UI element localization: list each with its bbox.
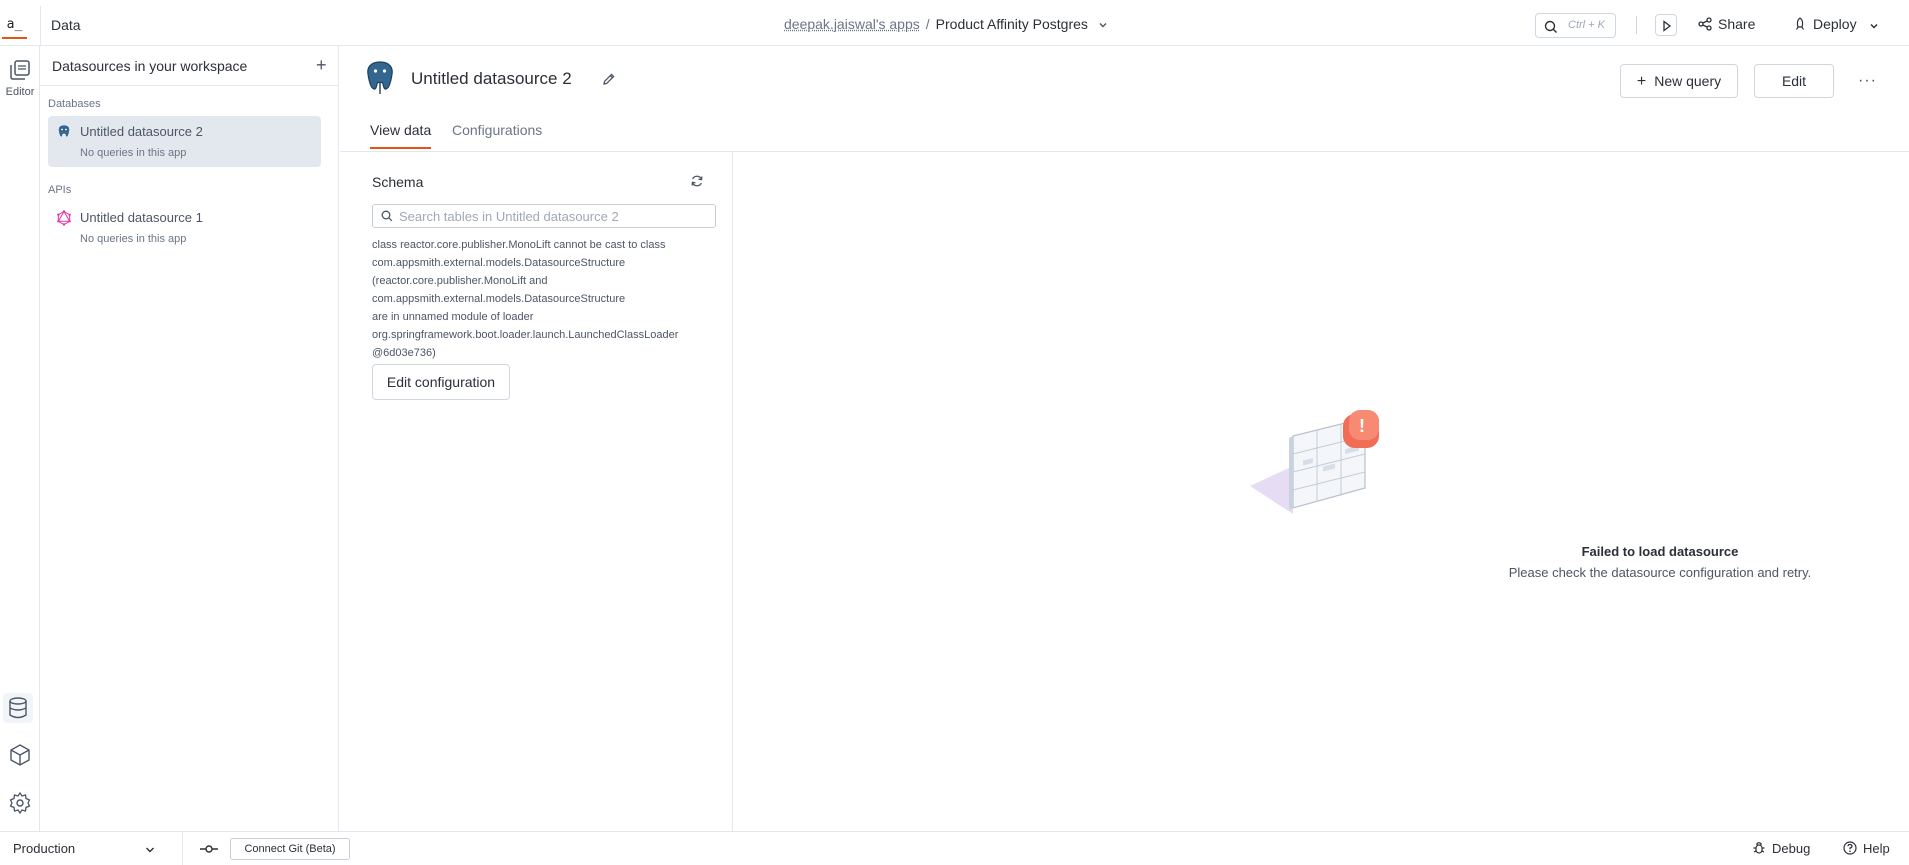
error-line: class reactor.core.publisher.MonoLift ca… <box>372 239 666 251</box>
schema-search-input[interactable] <box>399 207 709 225</box>
sidebar-header: Datasources in your workspace + <box>40 46 338 86</box>
schema-error-message: class reactor.core.publisher.MonoLift ca… <box>372 236 722 362</box>
pencil-icon[interactable] <box>602 72 616 89</box>
rail-packages[interactable] <box>0 743 40 770</box>
tab-configurations[interactable]: Configurations <box>452 122 542 147</box>
connect-git-button[interactable]: Connect Git (Beta) <box>230 838 350 860</box>
new-query-button[interactable]: + New query <box>1620 64 1738 98</box>
datasource-name: Untitled datasource 2 <box>80 124 203 139</box>
tab-bar: View data Configurations <box>340 112 1909 152</box>
datasource-item[interactable]: Untitled datasource 1 No queries in this… <box>48 202 321 253</box>
schema-panel: Schema class reactor.core.publisher.Mono… <box>340 152 733 831</box>
datasource-name: Untitled datasource 1 <box>80 210 203 225</box>
section-title: Data <box>51 17 81 33</box>
search-shortcut: Ctrl + K <box>1568 19 1605 31</box>
empty-state-message: Please check the datasource configuratio… <box>1508 565 1812 580</box>
error-line: com.appsmith.external.models.DatasourceS… <box>372 293 626 305</box>
appsmith-logo[interactable]: a_ <box>2 14 27 39</box>
breadcrumb-separator: / <box>925 16 930 32</box>
preview-button[interactable] <box>1655 14 1677 36</box>
error-badge: ! <box>1359 416 1365 436</box>
share-button[interactable]: Share <box>1698 16 1755 32</box>
rail-editor[interactable]: Editor <box>0 58 40 98</box>
add-datasource-button[interactable]: + <box>316 56 327 74</box>
more-options-icon[interactable]: ··· <box>1858 72 1877 90</box>
datasource-error-illustration: ! <box>1245 396 1385 529</box>
left-rail: Editor <box>0 46 40 831</box>
datasource-sidebar: Datasources in your workspace + Database… <box>40 46 339 831</box>
postgres-icon <box>363 60 397 99</box>
help-label: Help <box>1863 841 1890 856</box>
chevron-down-icon[interactable] <box>1869 21 1879 31</box>
database-icon <box>9 697 27 719</box>
group-label-apis: APIs <box>48 184 72 196</box>
chevron-down-icon[interactable] <box>1098 17 1108 33</box>
header-divider <box>1636 16 1637 34</box>
bottom-divider <box>182 832 183 865</box>
edit-button[interactable]: Edit <box>1754 64 1834 98</box>
bug-icon <box>1753 842 1765 854</box>
rail-data[interactable] <box>3 693 33 723</box>
sidebar-title: Datasources in your workspace <box>52 58 248 74</box>
postgres-icon <box>56 124 72 143</box>
workspace-link[interactable]: deepak.jaiswal's apps <box>784 16 920 32</box>
environment-select[interactable]: Production <box>13 841 75 856</box>
plus-icon: + <box>1636 73 1647 90</box>
search-icon <box>1544 20 1557 33</box>
share-icon <box>1698 17 1712 31</box>
error-line: org.springframework.boot.loader.launch.L… <box>372 329 679 341</box>
datasource-title: Untitled datasource 2 <box>411 69 572 88</box>
group-label-databases: Databases <box>48 98 101 110</box>
schema-search-field[interactable] <box>372 204 716 228</box>
help-icon <box>1843 841 1857 855</box>
new-query-label: New query <box>1654 73 1722 89</box>
deploy-button[interactable]: Deploy <box>1793 16 1879 32</box>
rocket-icon <box>1795 17 1805 30</box>
help-button[interactable]: Help <box>1843 841 1890 856</box>
edit-configuration-button[interactable]: Edit configuration <box>372 364 510 400</box>
refresh-icon[interactable] <box>690 174 704 191</box>
error-line: @6d03e736) <box>372 347 436 359</box>
error-line: (reactor.core.publisher.MonoLift and <box>372 275 548 287</box>
datasource-subtitle: No queries in this app <box>80 147 187 159</box>
play-icon <box>1663 20 1672 32</box>
debug-button[interactable]: Debug <box>1752 841 1810 856</box>
datasource-view: Untitled datasource 2 + New query Edit ··… <box>340 46 1909 831</box>
deploy-label: Deploy <box>1813 16 1857 32</box>
cube-icon <box>10 744 30 766</box>
rail-editor-label: Editor <box>5 86 35 98</box>
rail-settings[interactable] <box>0 791 40 818</box>
empty-state-title: Failed to load datasource <box>1581 544 1739 559</box>
error-line: com.appsmith.external.models.DatasourceS… <box>372 257 626 269</box>
datasource-item[interactable]: Untitled datasource 2 No queries in this… <box>48 116 321 167</box>
error-line: are in unnamed module of loader <box>372 311 534 323</box>
debug-label: Debug <box>1772 841 1811 856</box>
datasource-subtitle: No queries in this app <box>80 233 187 245</box>
graphql-icon <box>56 210 72 229</box>
schema-title: Schema <box>372 174 424 190</box>
gear-icon <box>9 791 31 815</box>
search-icon <box>381 210 393 222</box>
git-commit-icon <box>200 845 218 853</box>
editor-icon <box>10 60 30 80</box>
header-divider <box>40 6 41 46</box>
tab-view-data[interactable]: View data <box>370 122 432 149</box>
app-name[interactable]: Product Affinity Postgres <box>936 16 1088 32</box>
top-header: a_ Data deepak.jaiswal's apps / Product Af… <box>0 0 1909 46</box>
bottom-bar: Production Connect Git (Beta) Debug Help <box>0 831 1909 865</box>
chevron-down-icon[interactable] <box>144 844 156 856</box>
breadcrumb: deepak.jaiswal's apps / Product Affinity P… <box>784 16 1108 33</box>
omnibar-search[interactable]: Ctrl + K <box>1535 13 1616 38</box>
share-label: Share <box>1718 16 1756 32</box>
